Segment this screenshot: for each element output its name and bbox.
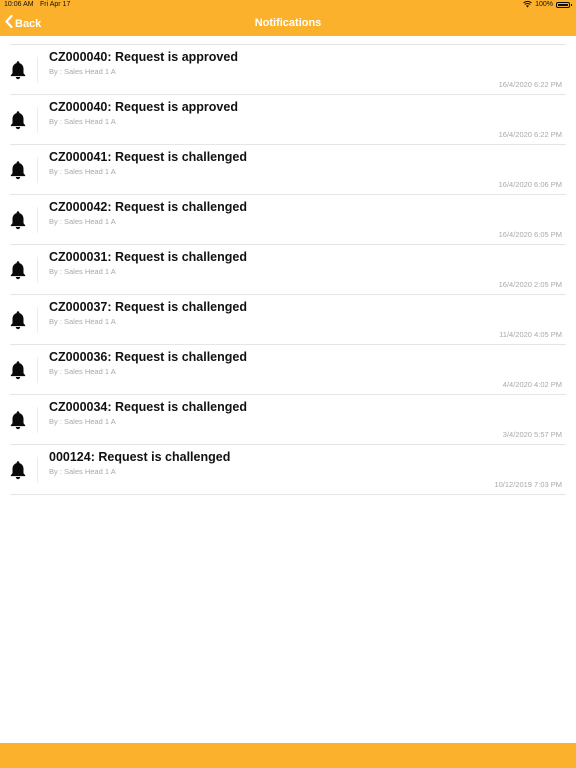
notification-author: By : Sales Head 1 A: [49, 117, 116, 126]
divider: [37, 107, 38, 133]
status-bar: 10:06 AM Fri Apr 17 100%: [0, 0, 576, 11]
divider: [37, 207, 38, 233]
bell-icon: [10, 460, 26, 480]
divider: [37, 357, 38, 383]
notification-item[interactable]: CZ000040: Request is approved By : Sales …: [10, 95, 566, 145]
battery-percent: 100%: [535, 1, 553, 8]
notification-list: CZ000040: Request is approved By : Sales …: [10, 44, 566, 495]
notification-timestamp: 16/4/2020 6:22 PM: [498, 130, 562, 139]
notification-title: 000124: Request is challenged: [49, 450, 231, 464]
divider: [37, 457, 38, 483]
notification-title: CZ000037: Request is challenged: [49, 300, 247, 314]
bell-icon: [10, 410, 26, 430]
notification-title: CZ000040: Request is approved: [49, 50, 238, 64]
notification-author: By : Sales Head 1 A: [49, 317, 116, 326]
notification-timestamp: 11/4/2020 4:05 PM: [499, 330, 562, 339]
navigation-bar: Back Notifications: [0, 11, 576, 36]
divider: [37, 57, 38, 83]
notification-author: By : Sales Head 1 A: [49, 417, 116, 426]
notification-timestamp: 16/4/2020 6:06 PM: [498, 180, 562, 189]
battery-fill: [558, 3, 568, 6]
notification-title: CZ000042: Request is challenged: [49, 200, 247, 214]
notification-item[interactable]: CZ000040: Request is approved By : Sales …: [10, 45, 566, 95]
notification-item[interactable]: CZ000042: Request is challenged By : Sale…: [10, 195, 566, 245]
notification-item[interactable]: CZ000034: Request is challenged By : Sale…: [10, 395, 566, 445]
status-time: 10:06 AM: [4, 1, 34, 8]
bell-icon: [10, 310, 26, 330]
notification-author: By : Sales Head 1 A: [49, 267, 116, 276]
bell-icon: [10, 110, 26, 130]
notification-timestamp: 3/4/2020 5:57 PM: [502, 430, 562, 439]
notification-timestamp: 4/4/2020 4:02 PM: [502, 380, 562, 389]
notification-item[interactable]: CZ000036: Request is challenged By : Sale…: [10, 345, 566, 395]
notification-timestamp: 10/12/2019 7:03 PM: [494, 480, 562, 489]
notification-timestamp: 16/4/2020 6:05 PM: [498, 230, 562, 239]
notification-author: By : Sales Head 1 A: [49, 67, 116, 76]
notification-title: CZ000034: Request is challenged: [49, 400, 247, 414]
notification-title: CZ000041: Request is challenged: [49, 150, 247, 164]
notification-item[interactable]: CZ000041: Request is challenged By : Sale…: [10, 145, 566, 195]
bottom-bar: [0, 743, 576, 768]
bell-icon: [10, 60, 26, 80]
bell-icon: [10, 260, 26, 280]
bell-icon: [10, 360, 26, 380]
notification-author: By : Sales Head 1 A: [49, 467, 116, 476]
notification-timestamp: 16/4/2020 2:05 PM: [498, 280, 562, 289]
bell-icon: [10, 210, 26, 230]
divider: [37, 407, 38, 433]
wifi-icon: [523, 1, 532, 8]
status-date: Fri Apr 17: [40, 1, 71, 8]
notification-timestamp: 16/4/2020 6:22 PM: [498, 80, 562, 89]
divider: [37, 307, 38, 333]
divider: [37, 257, 38, 283]
notification-item[interactable]: 000124: Request is challenged By : Sales …: [10, 445, 566, 495]
status-indicators: 100%: [523, 1, 572, 8]
notification-title: CZ000036: Request is challenged: [49, 350, 247, 364]
battery-icon: [556, 1, 572, 8]
notification-item[interactable]: CZ000031: Request is challenged By : Sale…: [10, 245, 566, 295]
notification-author: By : Sales Head 1 A: [49, 167, 116, 176]
notification-title: CZ000040: Request is approved: [49, 100, 238, 114]
notification-author: By : Sales Head 1 A: [49, 217, 116, 226]
notification-author: By : Sales Head 1 A: [49, 367, 116, 376]
divider: [37, 157, 38, 183]
notification-title: CZ000031: Request is challenged: [49, 250, 247, 264]
bell-icon: [10, 160, 26, 180]
notification-item[interactable]: CZ000037: Request is challenged By : Sale…: [10, 295, 566, 345]
page-title: Notifications: [254, 17, 322, 29]
